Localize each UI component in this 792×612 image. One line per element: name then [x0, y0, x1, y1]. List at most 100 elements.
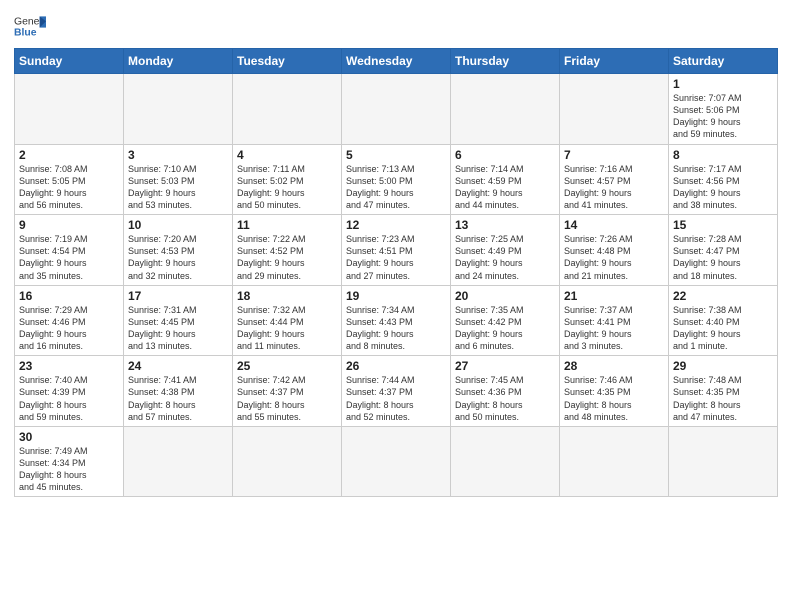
- day-number: 28: [564, 359, 664, 373]
- calendar-cell: [342, 426, 451, 497]
- calendar-cell: 6Sunrise: 7:14 AM Sunset: 4:59 PM Daylig…: [451, 144, 560, 215]
- day-number: 15: [673, 218, 773, 232]
- day-number: 5: [346, 148, 446, 162]
- day-info: Sunrise: 7:48 AM Sunset: 4:35 PM Dayligh…: [673, 374, 773, 423]
- day-info: Sunrise: 7:44 AM Sunset: 4:37 PM Dayligh…: [346, 374, 446, 423]
- day-info: Sunrise: 7:11 AM Sunset: 5:02 PM Dayligh…: [237, 163, 337, 212]
- logo: General Blue: [14, 10, 46, 42]
- weekday-header-thursday: Thursday: [451, 49, 560, 74]
- header: General Blue: [14, 10, 778, 42]
- calendar-cell: 3Sunrise: 7:10 AM Sunset: 5:03 PM Daylig…: [124, 144, 233, 215]
- day-info: Sunrise: 7:07 AM Sunset: 5:06 PM Dayligh…: [673, 92, 773, 141]
- calendar-week-row: 2Sunrise: 7:08 AM Sunset: 5:05 PM Daylig…: [15, 144, 778, 215]
- calendar-cell: 21Sunrise: 7:37 AM Sunset: 4:41 PM Dayli…: [560, 285, 669, 356]
- calendar-cell: [124, 74, 233, 145]
- calendar-cell: [560, 74, 669, 145]
- calendar-cell: [451, 74, 560, 145]
- day-info: Sunrise: 7:20 AM Sunset: 4:53 PM Dayligh…: [128, 233, 228, 282]
- calendar-cell: 29Sunrise: 7:48 AM Sunset: 4:35 PM Dayli…: [669, 356, 778, 427]
- day-number: 20: [455, 289, 555, 303]
- calendar-cell: 8Sunrise: 7:17 AM Sunset: 4:56 PM Daylig…: [669, 144, 778, 215]
- day-info: Sunrise: 7:19 AM Sunset: 4:54 PM Dayligh…: [19, 233, 119, 282]
- calendar-cell: 28Sunrise: 7:46 AM Sunset: 4:35 PM Dayli…: [560, 356, 669, 427]
- day-info: Sunrise: 7:32 AM Sunset: 4:44 PM Dayligh…: [237, 304, 337, 353]
- day-number: 13: [455, 218, 555, 232]
- day-number: 11: [237, 218, 337, 232]
- calendar-cell: 7Sunrise: 7:16 AM Sunset: 4:57 PM Daylig…: [560, 144, 669, 215]
- calendar-cell: [233, 426, 342, 497]
- day-number: 14: [564, 218, 664, 232]
- day-number: 16: [19, 289, 119, 303]
- day-info: Sunrise: 7:14 AM Sunset: 4:59 PM Dayligh…: [455, 163, 555, 212]
- day-number: 10: [128, 218, 228, 232]
- calendar-cell: 23Sunrise: 7:40 AM Sunset: 4:39 PM Dayli…: [15, 356, 124, 427]
- day-info: Sunrise: 7:29 AM Sunset: 4:46 PM Dayligh…: [19, 304, 119, 353]
- day-number: 24: [128, 359, 228, 373]
- calendar-cell: [669, 426, 778, 497]
- calendar-cell: 15Sunrise: 7:28 AM Sunset: 4:47 PM Dayli…: [669, 215, 778, 286]
- day-number: 12: [346, 218, 446, 232]
- calendar-cell: 5Sunrise: 7:13 AM Sunset: 5:00 PM Daylig…: [342, 144, 451, 215]
- calendar-cell: 30Sunrise: 7:49 AM Sunset: 4:34 PM Dayli…: [15, 426, 124, 497]
- weekday-header-monday: Monday: [124, 49, 233, 74]
- calendar-cell: 20Sunrise: 7:35 AM Sunset: 4:42 PM Dayli…: [451, 285, 560, 356]
- day-info: Sunrise: 7:22 AM Sunset: 4:52 PM Dayligh…: [237, 233, 337, 282]
- day-info: Sunrise: 7:40 AM Sunset: 4:39 PM Dayligh…: [19, 374, 119, 423]
- day-number: 1: [673, 77, 773, 91]
- day-info: Sunrise: 7:25 AM Sunset: 4:49 PM Dayligh…: [455, 233, 555, 282]
- day-info: Sunrise: 7:34 AM Sunset: 4:43 PM Dayligh…: [346, 304, 446, 353]
- day-info: Sunrise: 7:13 AM Sunset: 5:00 PM Dayligh…: [346, 163, 446, 212]
- calendar-table: SundayMondayTuesdayWednesdayThursdayFrid…: [14, 48, 778, 497]
- calendar-cell: 1Sunrise: 7:07 AM Sunset: 5:06 PM Daylig…: [669, 74, 778, 145]
- weekday-header-wednesday: Wednesday: [342, 49, 451, 74]
- day-number: 4: [237, 148, 337, 162]
- day-info: Sunrise: 7:31 AM Sunset: 4:45 PM Dayligh…: [128, 304, 228, 353]
- day-info: Sunrise: 7:41 AM Sunset: 4:38 PM Dayligh…: [128, 374, 228, 423]
- day-number: 2: [19, 148, 119, 162]
- day-info: Sunrise: 7:10 AM Sunset: 5:03 PM Dayligh…: [128, 163, 228, 212]
- calendar-cell: 24Sunrise: 7:41 AM Sunset: 4:38 PM Dayli…: [124, 356, 233, 427]
- day-info: Sunrise: 7:45 AM Sunset: 4:36 PM Dayligh…: [455, 374, 555, 423]
- day-info: Sunrise: 7:23 AM Sunset: 4:51 PM Dayligh…: [346, 233, 446, 282]
- day-number: 26: [346, 359, 446, 373]
- day-number: 23: [19, 359, 119, 373]
- day-number: 6: [455, 148, 555, 162]
- day-info: Sunrise: 7:08 AM Sunset: 5:05 PM Dayligh…: [19, 163, 119, 212]
- generalblue-icon: General Blue: [14, 10, 46, 42]
- day-info: Sunrise: 7:42 AM Sunset: 4:37 PM Dayligh…: [237, 374, 337, 423]
- day-info: Sunrise: 7:38 AM Sunset: 4:40 PM Dayligh…: [673, 304, 773, 353]
- calendar-cell: 19Sunrise: 7:34 AM Sunset: 4:43 PM Dayli…: [342, 285, 451, 356]
- calendar-week-row: 16Sunrise: 7:29 AM Sunset: 4:46 PM Dayli…: [15, 285, 778, 356]
- calendar-cell: 26Sunrise: 7:44 AM Sunset: 4:37 PM Dayli…: [342, 356, 451, 427]
- weekday-header-tuesday: Tuesday: [233, 49, 342, 74]
- day-info: Sunrise: 7:16 AM Sunset: 4:57 PM Dayligh…: [564, 163, 664, 212]
- calendar-cell: 16Sunrise: 7:29 AM Sunset: 4:46 PM Dayli…: [15, 285, 124, 356]
- weekday-header-sunday: Sunday: [15, 49, 124, 74]
- calendar-cell: [560, 426, 669, 497]
- weekday-header-friday: Friday: [560, 49, 669, 74]
- day-info: Sunrise: 7:28 AM Sunset: 4:47 PM Dayligh…: [673, 233, 773, 282]
- calendar-cell: [342, 74, 451, 145]
- calendar-cell: 12Sunrise: 7:23 AM Sunset: 4:51 PM Dayli…: [342, 215, 451, 286]
- calendar-week-row: 9Sunrise: 7:19 AM Sunset: 4:54 PM Daylig…: [15, 215, 778, 286]
- day-info: Sunrise: 7:35 AM Sunset: 4:42 PM Dayligh…: [455, 304, 555, 353]
- calendar-cell: 14Sunrise: 7:26 AM Sunset: 4:48 PM Dayli…: [560, 215, 669, 286]
- calendar-week-row: 1Sunrise: 7:07 AM Sunset: 5:06 PM Daylig…: [15, 74, 778, 145]
- day-info: Sunrise: 7:37 AM Sunset: 4:41 PM Dayligh…: [564, 304, 664, 353]
- day-number: 8: [673, 148, 773, 162]
- day-info: Sunrise: 7:17 AM Sunset: 4:56 PM Dayligh…: [673, 163, 773, 212]
- calendar-cell: [15, 74, 124, 145]
- calendar-cell: 22Sunrise: 7:38 AM Sunset: 4:40 PM Dayli…: [669, 285, 778, 356]
- day-number: 17: [128, 289, 228, 303]
- calendar-cell: 17Sunrise: 7:31 AM Sunset: 4:45 PM Dayli…: [124, 285, 233, 356]
- day-number: 22: [673, 289, 773, 303]
- calendar-cell: 27Sunrise: 7:45 AM Sunset: 4:36 PM Dayli…: [451, 356, 560, 427]
- svg-text:Blue: Blue: [14, 28, 37, 39]
- calendar-week-row: 23Sunrise: 7:40 AM Sunset: 4:39 PM Dayli…: [15, 356, 778, 427]
- day-number: 30: [19, 430, 119, 444]
- weekday-header-row: SundayMondayTuesdayWednesdayThursdayFrid…: [15, 49, 778, 74]
- calendar-cell: 25Sunrise: 7:42 AM Sunset: 4:37 PM Dayli…: [233, 356, 342, 427]
- day-number: 7: [564, 148, 664, 162]
- calendar-cell: [124, 426, 233, 497]
- day-number: 18: [237, 289, 337, 303]
